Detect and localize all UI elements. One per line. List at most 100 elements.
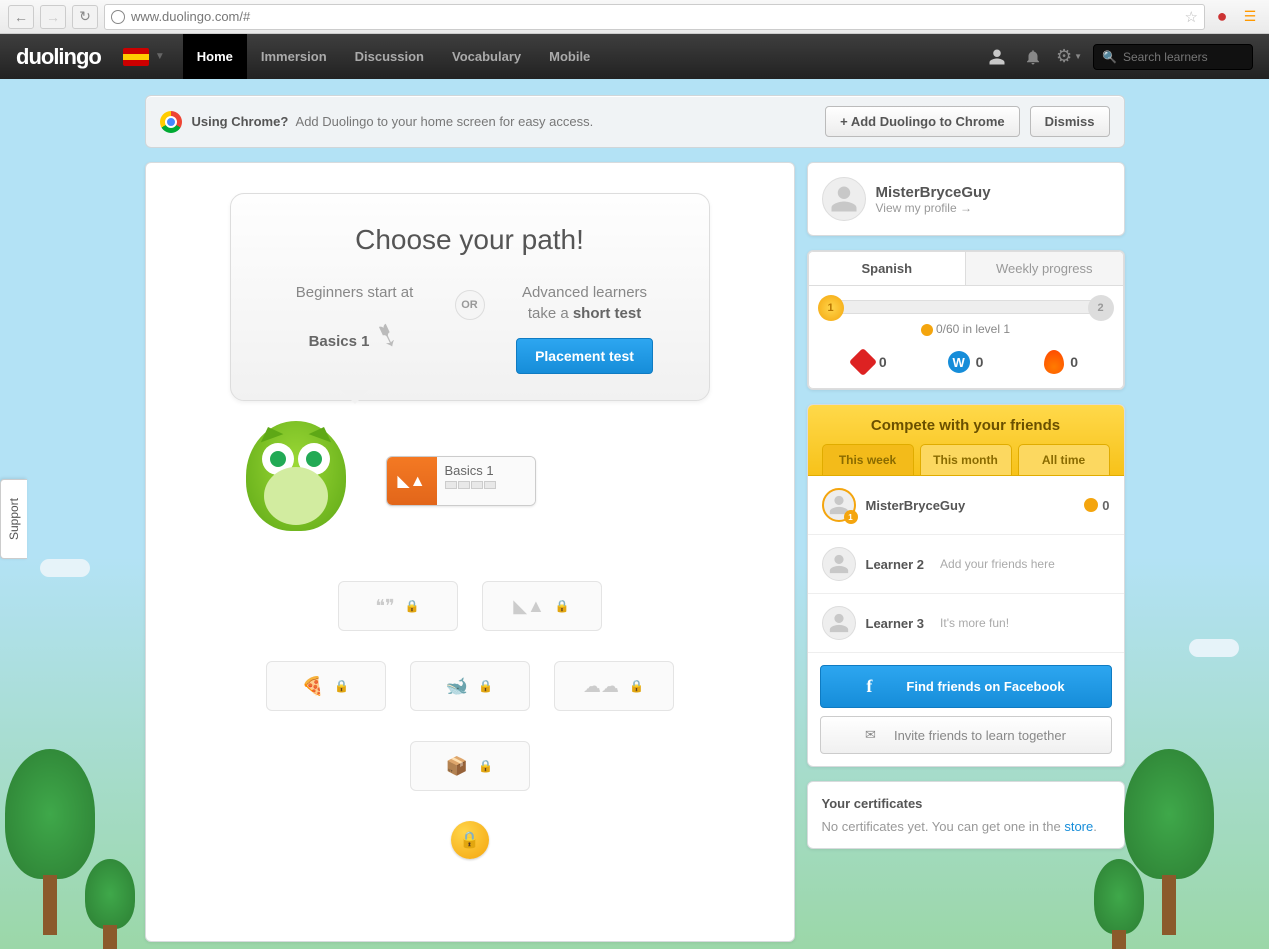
- animals-icon: 🐋: [446, 676, 468, 697]
- leaderboard-avatar: [822, 547, 856, 581]
- words-icon: W: [948, 351, 970, 373]
- store-link[interactable]: store: [1064, 819, 1093, 834]
- or-divider: OR: [455, 290, 485, 320]
- language-flag-icon[interactable]: [123, 48, 149, 66]
- chrome-install-banner: Using Chrome? Add Duolingo to your home …: [145, 95, 1125, 148]
- leaderboard-avatar: [822, 606, 856, 640]
- search-icon: 🔍: [1102, 50, 1117, 64]
- locked-skill[interactable]: 🍕🔒: [266, 661, 386, 711]
- browser-toolbar: ← → ↻ www.duolingo.com/# ☆ ● ☰: [0, 0, 1269, 34]
- lingot-stat[interactable]: 0: [853, 350, 887, 374]
- skill-basics-1[interactable]: ◣▲ Basics 1: [386, 456, 536, 506]
- certificates-text: No certificates yet. You can get one in …: [822, 819, 1110, 834]
- lock-icon: 🔒: [555, 599, 570, 613]
- locked-skill[interactable]: 🐋🔒: [410, 661, 530, 711]
- facebook-icon: f: [866, 676, 886, 697]
- placement-test-button[interactable]: Placement test: [516, 338, 653, 374]
- leaderboard-avatar: 1: [822, 488, 856, 522]
- plurals-icon: ☁☁: [583, 676, 619, 697]
- level-start-badge: 1: [818, 295, 844, 321]
- mail-icon: ✉: [865, 727, 876, 743]
- notifications-bell-icon[interactable]: [1015, 34, 1051, 79]
- nav-discussion[interactable]: Discussion: [341, 34, 438, 79]
- nav-home[interactable]: Home: [183, 34, 247, 79]
- reload-button[interactable]: ↻: [72, 5, 98, 29]
- globe-icon: [111, 10, 125, 24]
- settings-gear-icon[interactable]: ⚙▼: [1051, 34, 1087, 79]
- possession-icon: 📦: [446, 756, 468, 777]
- flame-icon: [1044, 350, 1064, 374]
- lock-icon: 🔒: [629, 679, 644, 693]
- nav-immersion[interactable]: Immersion: [247, 34, 341, 79]
- tree-decoration: [1089, 859, 1149, 949]
- leaderboard-tab-alltime[interactable]: All time: [1018, 444, 1110, 475]
- address-bar[interactable]: www.duolingo.com/# ☆: [104, 4, 1205, 30]
- bookmark-star-icon[interactable]: ☆: [1185, 8, 1198, 26]
- coin-icon: [1084, 498, 1098, 512]
- top-navigation: duolingo ▼ Home Immersion Discussion Voc…: [0, 34, 1269, 79]
- view-profile-link[interactable]: View my profile →: [876, 201, 991, 215]
- profile-username: MisterBryceGuy: [876, 184, 991, 201]
- certificates-card: Your certificates No certificates yet. Y…: [807, 781, 1125, 849]
- find-friends-facebook-button[interactable]: fFind friends on Facebook: [820, 665, 1112, 708]
- advanced-path: Advanced learners take a short test Plac…: [505, 282, 665, 374]
- duolingo-logo[interactable]: duolingo: [16, 44, 101, 70]
- words-stat[interactable]: W0: [948, 350, 984, 374]
- beginner-path: Beginners start at Basics 1 ➷: [275, 282, 435, 358]
- url-text: www.duolingo.com/#: [131, 9, 250, 24]
- profile-avatar[interactable]: [822, 177, 866, 221]
- search-input[interactable]: [1123, 50, 1244, 64]
- lingot-icon: [849, 348, 877, 376]
- pinterest-extension-icon[interactable]: ●: [1211, 6, 1233, 28]
- profile-icon[interactable]: [979, 34, 1015, 79]
- bubble-title: Choose your path!: [271, 224, 669, 256]
- skill-tree-panel: Choose your path! Beginners start at Bas…: [145, 162, 795, 942]
- support-tab[interactable]: Support: [0, 479, 27, 559]
- search-learners-box[interactable]: 🔍: [1093, 44, 1253, 70]
- leaderboard-row[interactable]: Learner 3 It's more fun!: [808, 594, 1124, 653]
- invite-friends-button[interactable]: ✉Invite friends to learn together: [820, 716, 1112, 754]
- nav-mobile[interactable]: Mobile: [535, 34, 604, 79]
- locked-skill[interactable]: ☁☁ 🔒: [554, 661, 674, 711]
- stats-card: Spanish Weekly progress 1 2 0/60 in leve…: [807, 250, 1125, 390]
- nav-vocabulary[interactable]: Vocabulary: [438, 34, 535, 79]
- lock-icon: 🔒: [478, 759, 493, 773]
- forward-button[interactable]: →: [40, 5, 66, 29]
- lock-icon: 🔒: [478, 679, 493, 693]
- tab-weekly-progress[interactable]: Weekly progress: [966, 252, 1123, 285]
- level-end-badge: 2: [1088, 295, 1114, 321]
- coin-icon: [921, 324, 933, 336]
- lock-icon: 🔒: [334, 679, 349, 693]
- streak-stat[interactable]: 0: [1044, 350, 1078, 374]
- chrome-logo-icon: [160, 111, 182, 133]
- language-dropdown-caret-icon[interactable]: ▼: [155, 51, 165, 62]
- lock-icon: 🔒: [405, 599, 420, 613]
- leaderboard-tab-week[interactable]: This week: [822, 444, 914, 475]
- level-progress-bar: 1 2: [823, 300, 1109, 314]
- leaderboard-tab-month[interactable]: This month: [920, 444, 1012, 475]
- profile-card: MisterBryceGuy View my profile →: [807, 162, 1125, 236]
- level-progress-text: 0/60 in level 1: [823, 322, 1109, 336]
- back-button[interactable]: ←: [8, 5, 34, 29]
- skill-label: Basics 1: [445, 463, 527, 478]
- arrow-down-icon: ➷: [367, 310, 408, 361]
- leaderboard-title: Compete with your friends: [822, 417, 1110, 434]
- leaderboard-row[interactable]: 1 MisterBryceGuy 0: [808, 476, 1124, 535]
- main-viewport: Support Using Chrome? Add Duolingo to yo…: [0, 79, 1269, 949]
- checkpoint-icon[interactable]: 🔒: [451, 821, 489, 859]
- leaderboard-row[interactable]: Learner 2 Add your friends here: [808, 535, 1124, 594]
- locked-skill[interactable]: ◣▲ 🔒: [482, 581, 602, 631]
- dismiss-banner-button[interactable]: Dismiss: [1030, 106, 1110, 137]
- tree-decoration: [80, 859, 140, 949]
- choose-path-bubble: Choose your path! Beginners start at Bas…: [230, 193, 710, 401]
- skill-progress-bar: [445, 481, 527, 489]
- tab-language[interactable]: Spanish: [809, 252, 967, 285]
- cloud-decoration: [40, 559, 90, 577]
- locked-skill[interactable]: ❝❞🔒: [338, 581, 458, 631]
- banner-text: Using Chrome? Add Duolingo to your home …: [192, 114, 816, 129]
- cloud-decoration: [1189, 639, 1239, 657]
- hamburger-menu-icon[interactable]: ☰: [1239, 6, 1261, 28]
- locked-skill[interactable]: 📦🔒: [410, 741, 530, 791]
- add-to-chrome-button[interactable]: + Add Duolingo to Chrome: [825, 106, 1020, 137]
- basics2-icon: ◣▲: [513, 596, 545, 617]
